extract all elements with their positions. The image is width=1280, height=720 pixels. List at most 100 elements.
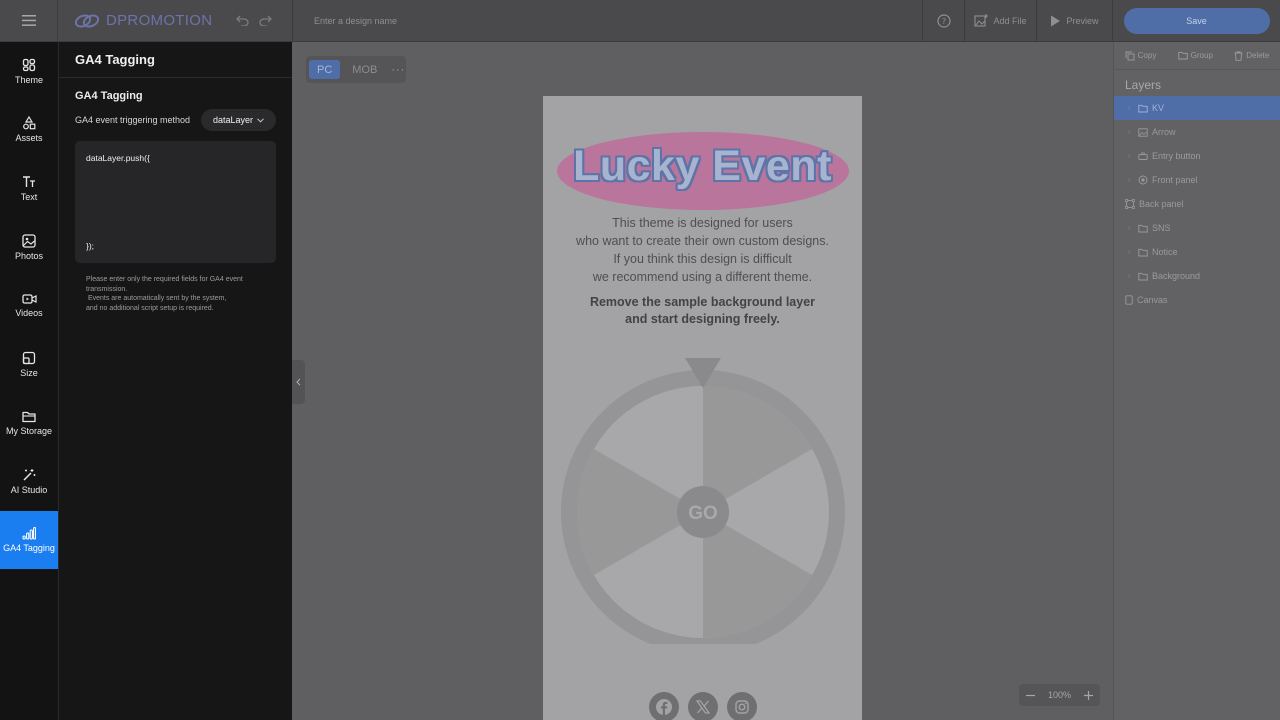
delete-label: Delete [1246,51,1270,60]
device-switch: PC MOB ··· [306,56,406,83]
rail-item-videos[interactable]: Videos [0,276,58,335]
magic-wand-icon [23,468,36,481]
left-rail: Theme Assets Text Photos Videos Size My … [0,42,59,720]
trigger-method-select[interactable]: dataLayer [200,109,276,131]
trigger-method-row: GA4 event triggering method dataLayer [59,102,292,131]
help-note: Please enter only the required fields fo… [59,263,292,313]
rail-item-text[interactable]: Text [0,159,58,218]
zoom-in-icon[interactable] [1083,690,1094,701]
instruction-text[interactable]: Remove the sample background layer and s… [543,294,862,328]
add-image-icon [974,14,989,27]
note-line: Events are automatically sent by the sys… [86,295,227,302]
rail-label: Text [20,191,38,202]
editor-app: DPROMOTION ? Add File Preview Save Theme [0,0,1280,720]
layers-title: Layers [1125,78,1162,92]
layer-item-back-panel[interactable]: Back panel [1114,192,1280,216]
note-line: Please enter only the required fields fo… [86,276,243,293]
photo-icon [22,233,36,248]
theme-description[interactable]: This theme is designed for users who wan… [543,214,862,286]
layer-item-sns[interactable]: › SNS [1114,216,1280,240]
help-icon: ? [936,13,951,28]
chevron-right-icon[interactable]: › [1128,129,1134,136]
undo-icon[interactable] [236,15,249,26]
layer-item-kv[interactable]: › KV [1114,96,1280,120]
copy-button[interactable]: Copy [1125,51,1157,61]
trigger-method-value: dataLayer [212,115,253,125]
zoom-out-icon[interactable] [1025,690,1036,701]
copy-label: Copy [1137,51,1157,60]
layer-item-entry-button[interactable]: › Entry button [1114,144,1280,168]
rail-item-theme[interactable]: Theme [0,42,58,101]
frame-icon [1125,199,1135,209]
device-mob-button[interactable]: MOB [344,60,385,79]
preview-label: Preview [1066,15,1099,26]
rail-label: Theme [14,74,43,85]
folder-icon [1138,248,1148,256]
chevron-right-icon[interactable]: › [1128,177,1134,184]
save-button[interactable]: Save [1123,7,1270,34]
kv-title[interactable]: Lucky Event [543,142,862,191]
facebook-icon[interactable] [648,692,679,720]
rail-label: Size [20,367,38,378]
rail-item-assets[interactable]: Assets [0,101,58,160]
rail-item-ai-studio[interactable]: AI Studio [0,452,58,511]
instruction-line: Remove the sample background layer [589,295,816,309]
chevron-right-icon[interactable]: › [1128,273,1134,280]
desc-line: This theme is designed for users [612,216,793,230]
desc-line: we recommend using a different theme. [592,270,813,284]
menu-button[interactable] [0,0,58,42]
zoom-control: 100% [1019,684,1100,706]
copy-icon [1125,51,1135,60]
add-file-button[interactable]: Add File [964,0,1036,42]
redo-icon[interactable] [259,15,272,26]
text-icon [23,176,35,187]
preview-button[interactable]: Preview [1036,0,1112,42]
layer-item-background[interactable]: › Background [1114,264,1280,288]
svg-text:?: ? [941,17,945,26]
collapse-panel-button[interactable] [292,360,305,404]
rail-item-ga4-tagging[interactable]: GA4 Tagging [0,510,58,570]
layers-panel: Copy Group Delete Layers › KV › Arrow › [1113,42,1280,720]
zoom-level: 100% [1047,690,1072,700]
x-twitter-icon[interactable] [687,692,718,720]
chevron-right-icon[interactable]: › [1128,105,1134,112]
design-canvas[interactable]: Lucky Event This theme is designed for u… [543,96,862,720]
chevron-right-icon[interactable]: › [1128,249,1134,256]
trash-icon [1234,50,1243,61]
brand-logo[interactable]: DPROMOTION [58,12,218,29]
layer-item-notice[interactable]: › Notice [1114,240,1280,264]
folder-icon [1138,224,1148,232]
desc-line: who want to create their own custom desi… [576,234,829,248]
chevron-right-icon[interactable]: › [1128,225,1134,232]
rail-item-my-storage[interactable]: My Storage [0,394,58,453]
folder-icon [1178,51,1188,60]
group-button[interactable]: Group [1178,51,1213,60]
help-button[interactable]: ? [922,0,964,42]
design-name-input[interactable] [314,15,514,26]
chevron-right-icon[interactable]: › [1128,153,1134,160]
more-options-button[interactable]: ··· [389,64,405,76]
page-icon [1125,295,1133,305]
layer-item-front-panel[interactable]: › Front panel [1114,168,1280,192]
layer-actions: Copy Group Delete [1114,42,1280,70]
rail-label: AI Studio [10,484,48,495]
roulette-wheel[interactable]: GO [559,354,847,644]
layer-item-arrow[interactable]: › Arrow [1114,120,1280,144]
panel-title: GA4 Tagging [59,42,292,78]
delete-button[interactable]: Delete [1234,50,1270,61]
device-pc-button[interactable]: PC [309,60,341,79]
image-icon [1138,127,1148,137]
rail-item-size[interactable]: Size [0,335,58,394]
instruction-line: and start designing freely. [625,312,780,326]
group-label: Group [1190,51,1213,60]
code-editor[interactable]: dataLayer.push({ }); [75,141,276,263]
play-icon [1051,15,1061,26]
logo-text: DPROMOTION [106,12,213,29]
assets-icon [23,116,36,130]
go-button-label[interactable]: GO [688,503,718,524]
instagram-icon[interactable] [726,692,757,720]
button-icon [1138,152,1148,160]
layer-item-canvas[interactable]: Canvas [1114,288,1280,312]
section-title: GA4 Tagging [75,90,143,102]
rail-item-photos[interactable]: Photos [0,218,58,277]
